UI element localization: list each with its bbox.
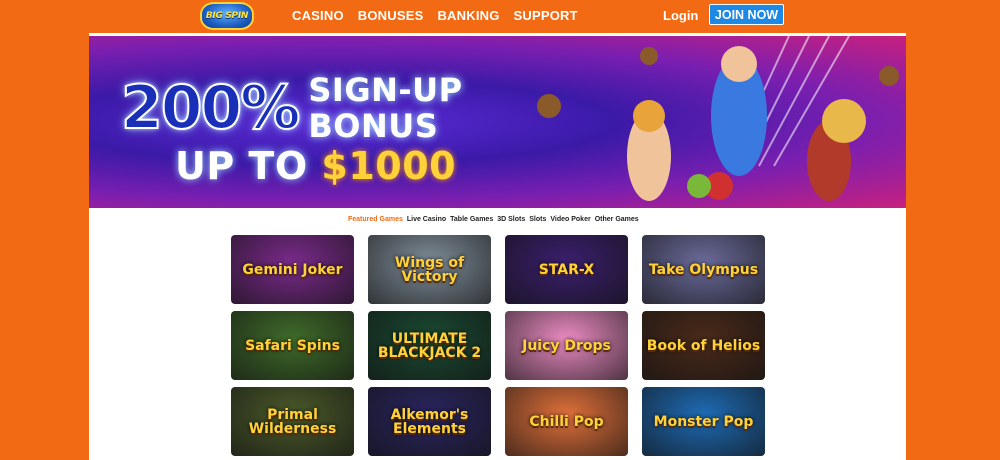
game-tile[interactable]: ULTIMATE BLACKJACK 2	[368, 311, 491, 380]
game-tile[interactable]: Alkemor's Elements	[368, 387, 491, 456]
game-tile[interactable]: Monster Pop	[642, 387, 765, 456]
logo-text: BIG SPIN	[205, 11, 249, 21]
game-tile[interactable]: Gemini Joker	[231, 235, 354, 304]
game-tile[interactable]: Juicy Drops	[505, 311, 628, 380]
bonus-percent: 200%	[120, 72, 301, 144]
main-nav: CASINO BONUSES BANKING SUPPORT	[292, 8, 578, 23]
content-panel: ‹ 200% SIGN-UP BONUS UP TO $1000 Feature…	[89, 33, 906, 460]
bonus-text: BONUS	[308, 107, 439, 145]
game-title: STAR-X	[538, 261, 595, 278]
up-to-text: UP TO	[175, 144, 308, 188]
game-title: Wings of Victory	[394, 254, 465, 285]
tab-featured-games[interactable]: Featured Games	[348, 216, 403, 223]
login-link[interactable]: Login	[663, 8, 698, 23]
game-title: Alkemor's Elements	[390, 406, 469, 437]
banner-headline: 200% SIGN-UP BONUS	[120, 71, 463, 145]
game-category-tabs: Featured Games Live Casino Table Games 3…	[348, 216, 639, 223]
tab-slots[interactable]: Slots	[529, 216, 546, 223]
signup-text: SIGN-UP	[308, 71, 463, 109]
banner-subline: UP TO $1000	[175, 144, 456, 188]
tab-live-casino[interactable]: Live Casino	[407, 216, 446, 223]
game-tile[interactable]: Safari Spins	[231, 311, 354, 380]
tab-video-poker[interactable]: Video Poker	[550, 216, 590, 223]
game-tile[interactable]: Chilli Pop	[505, 387, 628, 456]
game-title: Primal Wilderness	[248, 406, 337, 437]
nav-banking[interactable]: BANKING	[437, 8, 499, 23]
game-title: Safari Spins	[245, 337, 340, 354]
game-tile[interactable]: Book of Helios	[642, 311, 765, 380]
tab-other-games[interactable]: Other Games	[595, 216, 639, 223]
game-title: ULTIMATE BLACKJACK 2	[377, 330, 482, 361]
nav-casino[interactable]: CASINO	[292, 8, 344, 23]
game-tile[interactable]: Take Olympus	[642, 235, 765, 304]
promo-banner[interactable]: ‹ 200% SIGN-UP BONUS UP TO $1000	[89, 36, 906, 208]
tab-table-games[interactable]: Table Games	[450, 216, 493, 223]
nav-bonuses[interactable]: BONUSES	[358, 8, 424, 23]
nav-support[interactable]: SUPPORT	[514, 8, 578, 23]
game-tile[interactable]: Primal Wilderness	[231, 387, 354, 456]
game-title: Chilli Pop	[529, 413, 604, 430]
game-title: Take Olympus	[648, 261, 759, 278]
bonus-amount: $1000	[321, 144, 457, 188]
game-title: Juicy Drops	[522, 337, 611, 354]
game-title: Gemini Joker	[242, 261, 343, 278]
game-title: Monster Pop	[653, 413, 754, 430]
tab-3d-slots[interactable]: 3D Slots	[497, 216, 525, 223]
game-grid: Gemini Joker Wings of Victory STAR-X Tak…	[231, 235, 765, 456]
game-tile[interactable]: STAR-X	[505, 235, 628, 304]
game-tile[interactable]: Wings of Victory	[368, 235, 491, 304]
site-logo[interactable]: BIG SPIN	[200, 2, 254, 30]
game-title: Book of Helios	[646, 337, 761, 354]
site-header: BIG SPIN CASINO BONUSES BANKING SUPPORT …	[0, 0, 1000, 33]
join-now-button[interactable]: JOIN NOW	[709, 4, 784, 25]
